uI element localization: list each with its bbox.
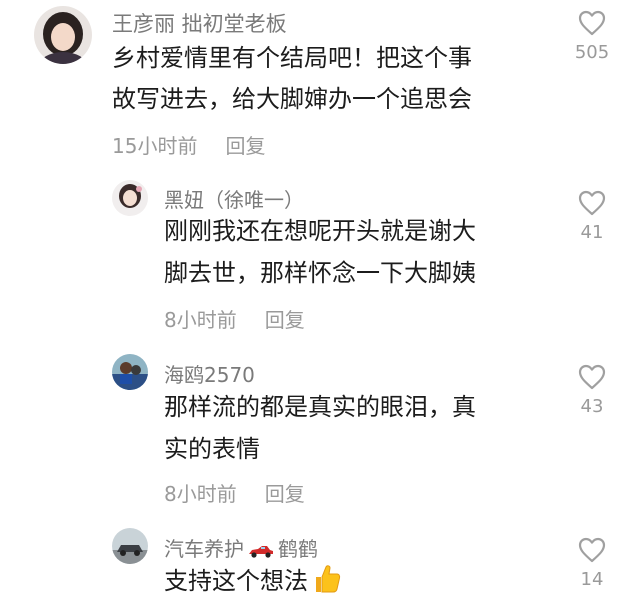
comment-line: 乡村爱情里有个结局吧！把这个事 [112,44,472,72]
comment-line: 刚刚我还在想呢开头就是谢大 [164,217,476,245]
avatar[interactable] [112,528,148,564]
like-count: 43 [580,396,604,417]
avatar[interactable] [112,180,148,216]
comment-text: 刚刚我还在想呢开头就是谢大 脚去世，那样怀念一下大脚姨 [164,210,476,294]
reply-button[interactable]: 回复 [265,308,305,332]
comment-line: 那样流的都是真实的眼泪，真 [164,393,476,421]
comment-text: 支持这个想法 [164,560,342,602]
comment-line-text: 支持这个想法 [164,567,308,595]
reply-button[interactable]: 回复 [265,482,305,506]
timestamp: 8小时前 [164,482,237,506]
username[interactable]: 汽车养护 鹤鹤 [164,533,318,562]
heart-outline-icon[interactable] [578,364,606,390]
comment-meta: 8小时前 回复 [164,304,305,333]
username[interactable]: 海鸥2570 [164,359,255,388]
username-part: 汽车养护 [164,537,244,561]
comment-line: 支持这个想法 [164,560,342,602]
avatar[interactable] [34,6,92,64]
race-car-emoji [249,545,273,558]
like-count: 41 [580,222,604,243]
heart-outline-icon[interactable] [578,10,606,36]
comment-line: 故写进去，给大脚婶办一个追思会 [112,85,472,113]
avatar[interactable] [112,354,148,390]
comment-meta: 15小时前 回复 [112,130,265,159]
username[interactable]: 黑妞（徐唯一） [164,184,304,213]
username[interactable]: 王彦丽 拙初堂老板 [112,8,287,38]
like-button[interactable]: 41 [562,190,622,243]
comment-text: 乡村爱情里有个结局吧！把这个事 故写进去，给大脚婶办一个追思会 [112,38,472,120]
username-part: 鹤鹤 [278,537,318,561]
reply-button[interactable]: 回复 [225,134,265,158]
timestamp: 8小时前 [164,308,237,332]
like-button[interactable]: 505 [562,10,622,63]
timestamp: 15小时前 [112,134,198,158]
heart-outline-icon[interactable] [578,190,606,216]
comment-line: 脚去世，那样怀念一下大脚姨 [164,259,476,287]
thumbs-up-emoji [316,565,341,593]
like-count: 14 [580,569,604,590]
comment-line: 实的表情 [164,435,260,463]
like-count: 505 [574,42,610,63]
comment-meta: 8小时前 回复 [164,478,305,507]
comment-text: 那样流的都是真实的眼泪，真 实的表情 [164,386,476,470]
heart-outline-icon[interactable] [578,537,606,563]
like-button[interactable]: 43 [562,364,622,417]
like-button[interactable]: 14 [562,537,622,590]
